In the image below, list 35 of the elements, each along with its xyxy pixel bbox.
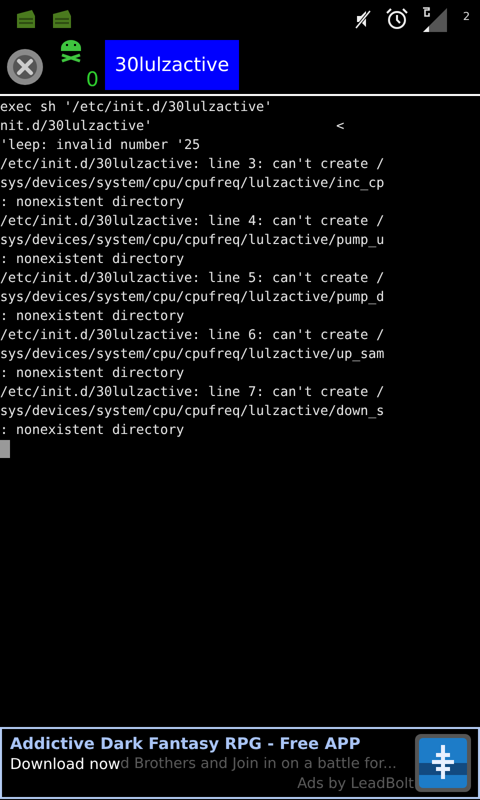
alarm-icon — [385, 7, 409, 31]
terminal-line: : nonexistent directory — [0, 194, 186, 212]
terminal-line: /etc/init.d/30lulzactive: line 7: can't create / — [0, 384, 386, 402]
window-count: 0 — [86, 68, 99, 90]
close-icon[interactable] — [6, 48, 44, 86]
terminal-line: 'leep: invalid number '25 — [0, 137, 202, 155]
terminal-line: : nonexistent directory — [0, 365, 186, 383]
window-tab[interactable]: 30lulzactive — [104, 40, 240, 90]
terminal-line: sys/devices/system/cpu/cpufreq/lulzactive/up_sam — [0, 346, 386, 364]
terminal-line: : nonexistent directory — [0, 251, 186, 269]
ad-banner[interactable]: Addictive Dark Fantasy RPG - Free APP Download nowd Brothers and Join in on a battle for... Ads by LeadBolt — [0, 727, 480, 799]
terminal-line: /etc/init.d/30lulzactive: line 4: can't create / — [0, 213, 386, 231]
terminal-line: sys/devices/system/cpu/cpufreq/lulzactive/pump_u — [0, 232, 386, 250]
terminal-line: sys/devices/system/cpu/cpufreq/lulzactive/down_s — [0, 403, 386, 421]
terminal-line: : nonexistent directory — [0, 422, 186, 440]
ad-subtitle: Download now — [10, 754, 120, 775]
ad-credit: Ads by LeadBolt — [297, 775, 414, 793]
mute-icon — [353, 8, 373, 30]
terminal-line: sys/devices/system/cpu/cpufreq/lulzactive/inc_cp — [0, 175, 386, 193]
signal-icon — [421, 6, 447, 32]
terminal-line: sys/devices/system/cpu/cpufreq/lulzactive/pump_d — [0, 289, 386, 307]
android-icon — [58, 38, 84, 64]
terminal-line: /etc/init.d/30lulzactive: line 5: can't create / — [0, 270, 386, 288]
terminal-line: exec sh '/etc/init.d/30lulzactive' — [0, 99, 274, 117]
terminal-line: /etc/init.d/30lulzactive: line 3: can't create / — [0, 156, 386, 174]
notification-icon — [50, 8, 74, 30]
terminal-line: : nonexistent directory — [0, 308, 186, 326]
terminal-line: /etc/init.d/30lulzactive: line 6: can't create / — [0, 327, 386, 345]
battery-text: 2 — [463, 10, 470, 23]
terminal-cursor — [0, 440, 10, 458]
terminal-line: nit.d/30lulzactive' < — [0, 118, 346, 136]
ad-title: Addictive Dark Fantasy RPG - Free APP — [10, 733, 362, 754]
notification-icon — [14, 8, 38, 30]
app-icon — [414, 733, 472, 793]
ad-background-text: d Brothers and Join in on a battle for... — [120, 755, 397, 774]
